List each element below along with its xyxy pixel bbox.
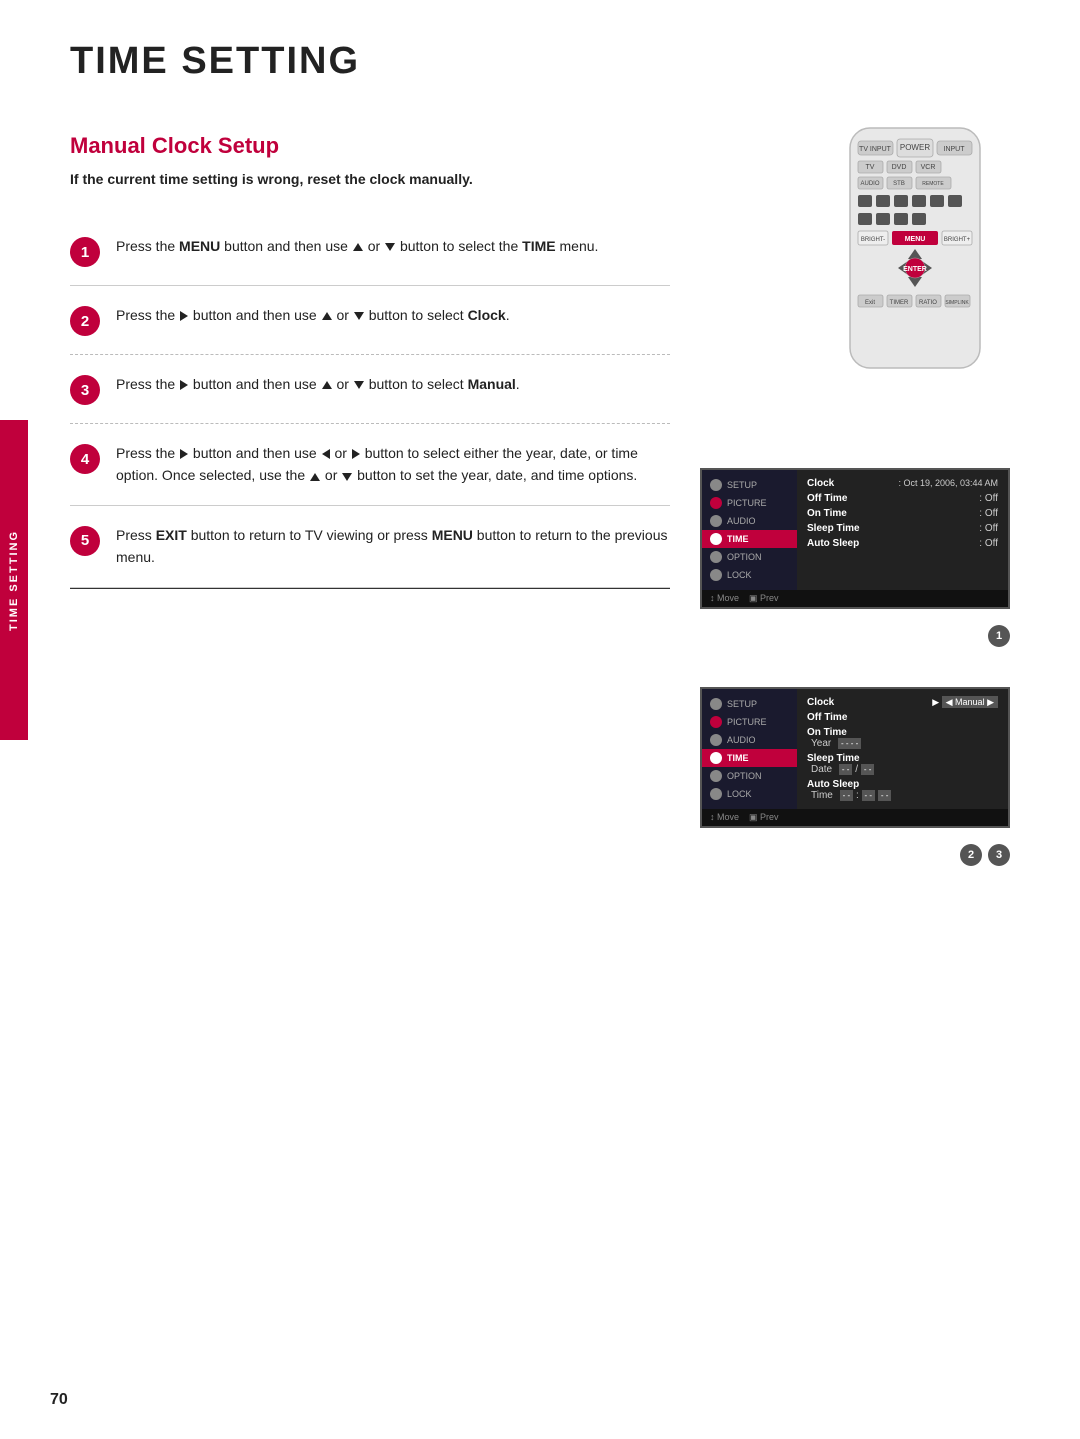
step-1-text: Press the MENU button and then use or bu…	[116, 235, 670, 257]
screen-menu-option: OPTION	[702, 548, 797, 566]
step-number-4: 4	[70, 444, 100, 474]
step-1: 1 Press the MENU button and then use or …	[70, 217, 670, 286]
screen-row-offtime: Off Time : Off	[807, 491, 998, 506]
step-4: 4 Press the button and then use or butto…	[70, 424, 670, 506]
screen-row-sleeptime: Sleep Time : Off	[807, 521, 998, 536]
step-number-3: 3	[70, 375, 100, 405]
screen2-menu-audio: AUDIO	[702, 731, 797, 749]
svg-text:BRIGHT+: BRIGHT+	[944, 237, 971, 243]
screen2-row-ontime: On Time Year - - - -	[807, 725, 998, 751]
screen-row-clock: Clock : Oct 19, 2006, 03:44 AM	[807, 476, 998, 491]
step-3-text: Press the button and then use or button …	[116, 373, 670, 395]
step-2: 2 Press the button and then use or butto…	[70, 286, 670, 355]
badge-1: 1	[988, 625, 1010, 647]
screen-mockup-1: SETUP PICTURE AUDIO TIME	[700, 468, 1010, 609]
screen2-row-sleeptime: Sleep Time Date - - / - -	[807, 751, 998, 777]
screen-content-2: Clock ▶ ◀ Manual ▶ Off Time On Time Year	[797, 689, 1008, 809]
svg-text:Exit: Exit	[865, 300, 875, 306]
svg-text:DVD: DVD	[892, 164, 907, 171]
remote-image: TV INPUT POWER INPUT TV DVD VCR	[820, 123, 1020, 388]
svg-text:TIMER: TIMER	[890, 300, 909, 306]
screen2-row-offtime: Off Time	[807, 710, 998, 725]
step-number-5: 5	[70, 526, 100, 556]
left-column: Manual Clock Setup If the current time s…	[70, 113, 670, 876]
screen2-menu-option: OPTION	[702, 767, 797, 785]
screen-menu-audio: AUDIO	[702, 512, 797, 530]
step-5-text: Press EXIT button to return to TV viewin…	[116, 524, 670, 569]
screen2-menu-picture: PICTURE	[702, 713, 797, 731]
page-number: 70	[50, 1391, 68, 1409]
screen-menu-picture: PICTURE	[702, 494, 797, 512]
screen-menu-setup: SETUP	[702, 476, 797, 494]
badge-3: 3	[988, 844, 1010, 866]
step-3: 3 Press the button and then use or butto…	[70, 355, 670, 424]
screen2-menu-lock: LOCK	[702, 785, 797, 803]
svg-text:AUDIO: AUDIO	[860, 181, 879, 187]
right-column: TV INPUT POWER INPUT TV DVD VCR	[700, 113, 1040, 876]
screen-footer-1: ↕ Move ▣ Prev	[702, 590, 1008, 607]
subtitle-text: If the current time setting is wrong, re…	[70, 171, 670, 187]
screen-2-badge-row: 2 3	[700, 844, 1010, 866]
svg-text:BRIGHT-: BRIGHT-	[861, 237, 885, 243]
section-title: Manual Clock Setup	[70, 133, 670, 159]
svg-text:STB: STB	[893, 181, 905, 187]
svg-text:RATIO: RATIO	[919, 300, 937, 306]
screen-content-1: Clock : Oct 19, 2006, 03:44 AM Off Time …	[797, 470, 1008, 590]
screen-1-badge-row: 1	[700, 625, 1010, 647]
svg-text:ENTER: ENTER	[903, 266, 927, 273]
screen-menu-time-active: TIME	[702, 530, 797, 548]
svg-text:REMOTE: REMOTE	[922, 181, 944, 187]
screen-menu-lock: LOCK	[702, 566, 797, 584]
page-title: TIME SETTING	[70, 40, 1040, 83]
step-5: 5 Press EXIT button to return to TV view…	[70, 506, 670, 588]
svg-text:POWER: POWER	[900, 143, 930, 152]
svg-text:TV: TV	[866, 164, 875, 171]
svg-text:VCR: VCR	[921, 164, 936, 171]
bottom-divider	[70, 588, 670, 589]
badge-2: 2	[960, 844, 982, 866]
screen2-row-autosleep: Auto Sleep Time - - : - - - -	[807, 777, 998, 803]
screen2-row-clock: Clock ▶ ◀ Manual ▶	[807, 695, 998, 710]
sidebar-label: TIME SETTING	[0, 420, 28, 740]
screen2-menu-setup: SETUP	[702, 695, 797, 713]
screen-mockup-2: SETUP PICTURE AUDIO TIME	[700, 687, 1010, 828]
svg-text:INPUT: INPUT	[944, 146, 966, 153]
screen-row-autosleep: Auto Sleep : Off	[807, 536, 998, 551]
svg-text:SIMPLINK: SIMPLINK	[945, 300, 969, 306]
screen-menu-2: SETUP PICTURE AUDIO TIME	[702, 689, 797, 809]
screen-menu-1: SETUP PICTURE AUDIO TIME	[702, 470, 797, 590]
screen-row-ontime: On Time : Off	[807, 506, 998, 521]
svg-text:TV INPUT: TV INPUT	[859, 146, 892, 153]
screen-footer-2: ↕ Move ▣ Prev	[702, 809, 1008, 826]
screen2-menu-time-active: TIME	[702, 749, 797, 767]
screens-container: SETUP PICTURE AUDIO TIME	[700, 468, 1010, 876]
step-number-1: 1	[70, 237, 100, 267]
step-4-text: Press the button and then use or button …	[116, 442, 670, 487]
step-2-text: Press the button and then use or button …	[116, 304, 670, 326]
step-number-2: 2	[70, 306, 100, 336]
svg-text:MENU: MENU	[905, 236, 926, 243]
